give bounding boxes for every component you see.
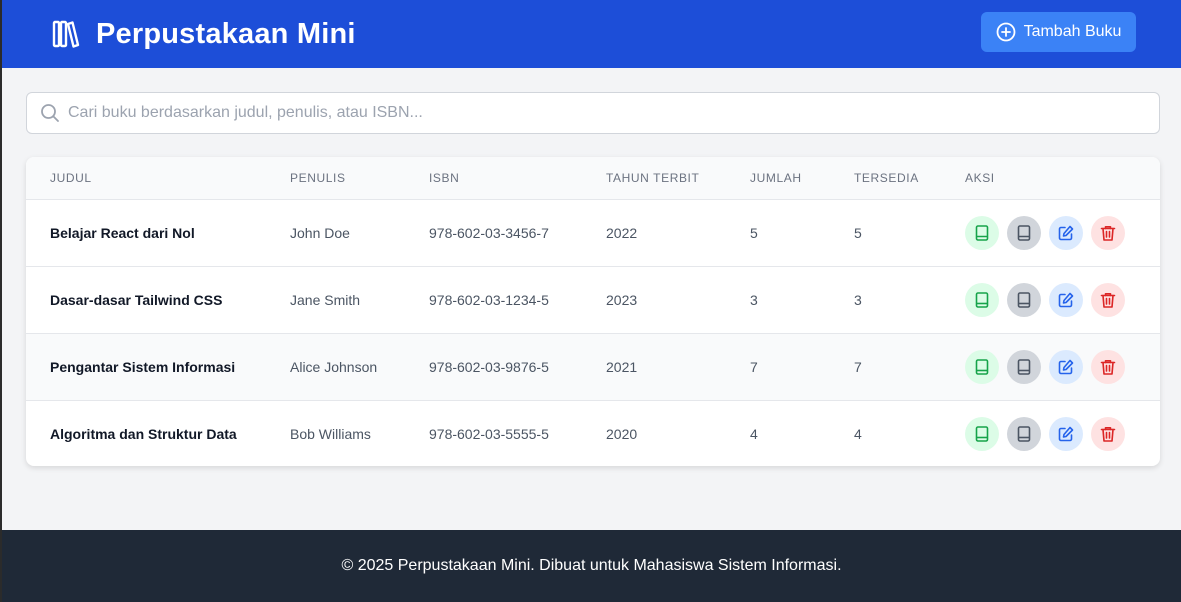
edit-book-button[interactable] xyxy=(1049,282,1083,317)
book-quantity: 3 xyxy=(750,291,758,308)
return-book-button[interactable] xyxy=(1007,282,1041,317)
return-book-button[interactable] xyxy=(1007,416,1041,451)
book-quantity: 7 xyxy=(750,358,758,375)
add-book-button[interactable]: Tambah Buku xyxy=(981,12,1136,52)
trash-icon xyxy=(1099,291,1117,309)
library-books-icon xyxy=(52,19,80,49)
plus-circle-icon xyxy=(996,22,1015,42)
trash-icon xyxy=(1099,425,1117,443)
delete-book-button[interactable] xyxy=(1091,215,1125,250)
trash-icon xyxy=(1099,224,1117,242)
borrow-book-button[interactable] xyxy=(965,282,999,317)
book-title: Belajar React dari Nol xyxy=(50,224,195,241)
book-author: Bob Williams xyxy=(290,425,371,442)
table-row: Belajar React dari Nol John Doe 978-602-03… xyxy=(26,199,1160,266)
column-header-author: PENULIS xyxy=(266,157,405,200)
book-actions xyxy=(941,400,1160,466)
book-title: Dasar-dasar Tailwind CSS xyxy=(50,291,223,308)
book-return-icon xyxy=(1015,358,1033,376)
search-bar[interactable] xyxy=(26,92,1160,134)
add-book-label: Tambah Buku xyxy=(1023,23,1122,40)
edit-book-button[interactable] xyxy=(1049,349,1083,384)
return-book-button[interactable] xyxy=(1007,349,1041,384)
column-header-year: TAHUN TERBIT xyxy=(582,157,726,200)
book-available: 4 xyxy=(854,425,862,442)
book-borrow-icon xyxy=(973,291,991,309)
borrow-book-button[interactable] xyxy=(965,349,999,384)
books-table-card: JUDUL PENULIS ISBN TAHUN TERBIT JUMLAH T… xyxy=(26,157,1160,466)
app-title: Perpustakaan Mini xyxy=(96,17,356,50)
book-return-icon xyxy=(1015,291,1033,309)
book-borrow-icon xyxy=(973,224,991,242)
table-header-row: JUDUL PENULIS ISBN TAHUN TERBIT JUMLAH T… xyxy=(26,157,1160,200)
book-available: 5 xyxy=(854,224,862,241)
return-book-button[interactable] xyxy=(1007,215,1041,250)
borrow-book-button[interactable] xyxy=(965,215,999,250)
book-year: 2023 xyxy=(606,291,638,308)
column-header-title: JUDUL xyxy=(26,157,266,200)
book-available: 7 xyxy=(854,358,862,375)
table-row: Pengantar Sistem Informasi Alice Johnson 9… xyxy=(26,333,1160,400)
delete-book-button[interactable] xyxy=(1091,416,1125,451)
book-return-icon xyxy=(1015,425,1033,443)
edit-icon xyxy=(1057,358,1075,376)
footer: © 2025 Perpustakaan Mini. Dibuat untuk M… xyxy=(2,530,1181,602)
book-isbn: 978-602-03-9876-5 xyxy=(429,358,549,375)
book-actions xyxy=(941,266,1160,333)
book-actions xyxy=(941,199,1160,266)
edit-book-button[interactable] xyxy=(1049,215,1083,250)
book-actions xyxy=(941,333,1160,400)
table-row: Algoritma dan Struktur Data Bob Williams 9… xyxy=(26,400,1160,466)
edit-icon xyxy=(1057,291,1075,309)
edit-icon xyxy=(1057,224,1075,242)
search-icon xyxy=(41,104,59,122)
book-year: 2022 xyxy=(606,224,638,241)
edit-icon xyxy=(1057,425,1075,443)
borrow-book-button[interactable] xyxy=(965,416,999,451)
book-author: John Doe xyxy=(290,224,350,241)
book-borrow-icon xyxy=(973,425,991,443)
delete-book-button[interactable] xyxy=(1091,282,1125,317)
book-title: Algoritma dan Struktur Data xyxy=(50,425,237,442)
delete-book-button[interactable] xyxy=(1091,349,1125,384)
column-header-actions: AKSI xyxy=(941,157,1160,200)
book-quantity: 5 xyxy=(750,224,758,241)
edit-book-button[interactable] xyxy=(1049,416,1083,451)
column-header-quantity: JUMLAH xyxy=(726,157,830,200)
search-input[interactable] xyxy=(68,104,1148,122)
book-year: 2020 xyxy=(606,425,638,442)
book-quantity: 4 xyxy=(750,425,758,442)
column-header-available: TERSEDIA xyxy=(830,157,941,200)
book-available: 3 xyxy=(854,291,862,308)
app-header: Perpustakaan Mini Tambah Buku xyxy=(2,0,1181,68)
book-year: 2021 xyxy=(606,358,638,375)
trash-icon xyxy=(1099,358,1117,376)
footer-text: © 2025 Perpustakaan Mini. Dibuat untuk M… xyxy=(341,557,842,574)
brand: Perpustakaan Mini xyxy=(52,18,356,51)
book-isbn: 978-602-03-1234-5 xyxy=(429,291,549,308)
book-isbn: 978-602-03-5555-5 xyxy=(429,425,549,442)
column-header-isbn: ISBN xyxy=(405,157,582,200)
book-title: Pengantar Sistem Informasi xyxy=(50,358,236,375)
table-row: Dasar-dasar Tailwind CSS Jane Smith 978-60… xyxy=(26,266,1160,333)
book-borrow-icon xyxy=(973,358,991,376)
book-author: Alice Johnson xyxy=(290,358,378,375)
books-table: JUDUL PENULIS ISBN TAHUN TERBIT JUMLAH T… xyxy=(26,157,1160,466)
book-author: Jane Smith xyxy=(290,291,361,308)
book-isbn: 978-602-03-3456-7 xyxy=(429,224,549,241)
book-return-icon xyxy=(1015,224,1033,242)
